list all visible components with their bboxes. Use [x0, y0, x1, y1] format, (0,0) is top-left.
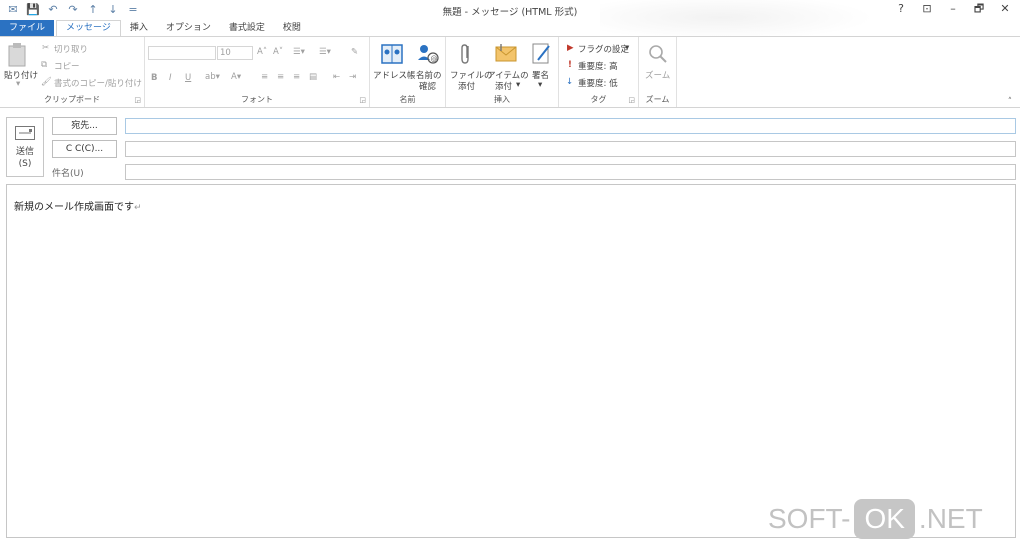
paste-button[interactable]: 貼り付け: [4, 69, 38, 81]
group-label-font: フォント: [241, 95, 273, 104]
copy-icon: ⧉: [41, 60, 48, 70]
restore-icon[interactable]: 🗗: [972, 2, 986, 16]
check-names-icon: @: [416, 42, 440, 69]
watermark-right: .NET: [918, 503, 983, 534]
font-name-select[interactable]: [148, 46, 216, 60]
group-include: ファイルの 添付 アイテムの 添付 ▾ 署名 ▾ 挿入: [446, 37, 559, 107]
group-label-names: 名前: [399, 95, 416, 104]
minimize-icon[interactable]: –: [946, 2, 960, 16]
copy-button[interactable]: コピー: [54, 60, 80, 72]
title-bar: ✉ 💾 ↶ ↷ ↑ ↓ = 無題 - メッセージ (HTML 形式) ? ⊡ –…: [0, 0, 1020, 44]
high-importance-icon: !: [568, 60, 572, 70]
tab-options[interactable]: オプション: [157, 20, 220, 37]
font-size-select[interactable]: 10: [217, 46, 253, 60]
address-book-button[interactable]: アドレス帳: [373, 69, 416, 81]
low-importance-icon: ↓: [566, 77, 574, 87]
decrease-indent-icon[interactable]: ⇤: [333, 72, 340, 82]
paperclip-icon: [458, 42, 474, 69]
group-label-zoom: ズーム: [645, 95, 670, 104]
paragraph-mark: ↵: [134, 203, 142, 213]
group-zoom: ズーム ズーム: [639, 37, 677, 107]
help-icon[interactable]: ?: [894, 2, 908, 16]
group-clipboard: 貼り付け ▾ ✂ 切り取り ⧉ コピー 🖌 書式のコピー/貼り付け クリップボー…: [0, 37, 145, 107]
tab-format[interactable]: 書式設定: [220, 20, 274, 37]
attach-item-label-2[interactable]: 添付: [495, 80, 512, 92]
tab-review[interactable]: 校閲: [274, 20, 310, 37]
message-body[interactable]: 新規のメール作成画面です↵: [6, 184, 1016, 538]
high-importance-button[interactable]: 重要度: 高: [578, 60, 618, 72]
justify-icon[interactable]: ▤: [309, 72, 317, 82]
paste-dropdown-icon[interactable]: ▾: [16, 79, 20, 89]
send-envelope-icon: [15, 126, 35, 140]
italic-button[interactable]: I: [169, 73, 172, 83]
window-title: 無題 - メッセージ (HTML 形式): [442, 7, 578, 18]
window-controls: ? ⊡ – 🗗 ✕: [894, 2, 1012, 16]
bold-button[interactable]: B: [151, 73, 157, 83]
attach-file-label-2[interactable]: 添付: [458, 80, 475, 92]
paste-icon[interactable]: [6, 42, 28, 68]
shrink-font-icon[interactable]: A˅: [273, 47, 283, 57]
subject-label: 件名(U): [52, 169, 84, 179]
check-names-label-2[interactable]: 確認: [419, 80, 436, 92]
subject-field[interactable]: [125, 164, 1016, 180]
group-label-include: 挿入: [494, 95, 510, 104]
group-label-clipboard: クリップボード: [44, 95, 100, 104]
clipboard-launcher-icon[interactable]: ◲: [134, 96, 141, 104]
ribbon: 貼り付け ▾ ✂ 切り取り ⧉ コピー 🖌 書式のコピー/貼り付け クリップボー…: [0, 36, 1020, 108]
cut-icon: ✂: [42, 43, 50, 53]
align-center-icon[interactable]: ≡: [277, 72, 284, 82]
tab-file[interactable]: ファイル: [0, 20, 55, 37]
attach-item-icon: [494, 43, 518, 66]
signature-icon: [532, 42, 552, 69]
group-label-tags: タグ: [590, 95, 607, 104]
align-left-icon[interactable]: ≡: [261, 72, 268, 82]
attach-item-dropdown-icon[interactable]: ▾: [516, 80, 520, 90]
underline-button[interactable]: U: [185, 73, 191, 83]
group-tags: ▶ フラグの設定 ▾ ! 重要度: 高 ↓ 重要度: 低 タグ ◲: [559, 37, 639, 107]
cut-button[interactable]: 切り取り: [54, 43, 88, 55]
ribbon-display-icon[interactable]: ⊡: [920, 2, 934, 16]
signature-dropdown-icon[interactable]: ▾: [538, 80, 542, 90]
cc-button[interactable]: C C(C)...: [52, 140, 117, 158]
clear-format-icon[interactable]: ✎: [351, 47, 358, 57]
highlight-icon[interactable]: ab▾: [205, 72, 220, 82]
zoom-button[interactable]: ズーム: [645, 69, 670, 81]
collapse-ribbon-icon[interactable]: ˄: [1008, 97, 1012, 107]
tab-message[interactable]: メッセージ: [56, 20, 121, 37]
watermark-logo: SOFT- OK .NET: [768, 498, 983, 540]
bullets-icon[interactable]: ☰▾: [293, 47, 305, 57]
watermark-ok: OK: [854, 499, 915, 539]
svg-text:@: @: [431, 55, 438, 63]
tab-insert[interactable]: 挿入: [121, 20, 157, 37]
follow-up-dropdown-icon[interactable]: ▾: [625, 43, 629, 53]
font-launcher-icon[interactable]: ◲: [359, 96, 366, 104]
group-names: アドレス帳 @ 名前の 確認 名前: [370, 37, 446, 107]
send-shortcut: (S): [18, 159, 32, 169]
grow-font-icon[interactable]: A˄: [257, 47, 267, 57]
font-color-icon[interactable]: A▾: [231, 72, 241, 82]
watermark-left: SOFT-: [768, 503, 851, 534]
format-painter-icon: 🖌: [41, 77, 52, 87]
close-icon[interactable]: ✕: [998, 2, 1012, 16]
group-font: 10 A˄ A˅ ☰▾ ☰▾ ✎ B I U ab▾ A▾ ≡ ≡ ≡ ▤ ⇤ …: [145, 37, 370, 107]
format-painter-button[interactable]: 書式のコピー/貼り付け: [54, 77, 142, 89]
tags-launcher-icon[interactable]: ◲: [628, 96, 635, 104]
follow-up-button[interactable]: フラグの設定: [578, 43, 629, 55]
send-label: 送信: [15, 147, 34, 157]
increase-indent-icon[interactable]: ⇥: [349, 72, 356, 82]
flag-icon: ▶: [567, 43, 574, 53]
body-text: 新規のメール作成画面です: [14, 202, 134, 213]
body-text-line: 新規のメール作成画面です↵: [14, 198, 142, 213]
address-book-icon: [380, 43, 404, 68]
low-importance-button[interactable]: 重要度: 低: [578, 77, 618, 89]
numbering-icon[interactable]: ☰▾: [319, 47, 331, 57]
cc-field[interactable]: [125, 141, 1016, 157]
ribbon-tabs: ファイル メッセージ 挿入 オプション 書式設定 校閲: [0, 20, 310, 37]
zoom-icon: [647, 43, 669, 68]
send-button[interactable]: 送信 (S): [6, 117, 44, 177]
align-right-icon[interactable]: ≡: [293, 72, 300, 82]
to-field[interactable]: [125, 118, 1016, 134]
to-button[interactable]: 宛先...: [52, 117, 117, 135]
